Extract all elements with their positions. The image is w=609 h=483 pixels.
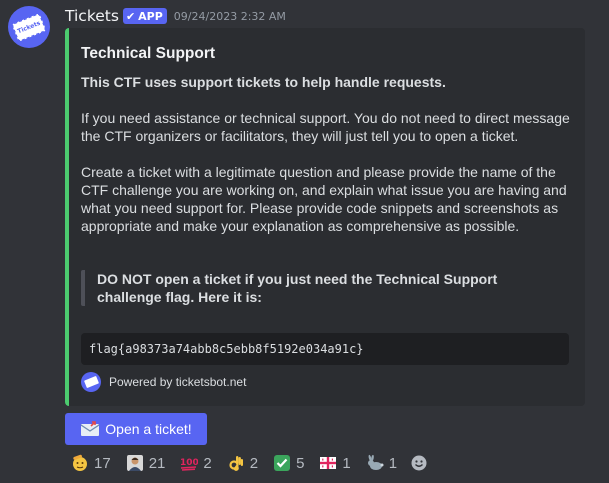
reaction-saluting-face[interactable]: 17 xyxy=(65,451,117,475)
reaction-georgia-flag[interactable]: 1 xyxy=(313,451,356,475)
hundred-points-icon: 100 xyxy=(180,454,198,472)
username[interactable]: Tickets xyxy=(65,7,119,25)
person-icon xyxy=(126,454,144,472)
ok-hand-icon xyxy=(227,454,245,472)
embed-title: Technical Support xyxy=(81,45,216,62)
open-ticket-button[interactable]: Open a ticket! xyxy=(65,413,207,445)
timestamp[interactable]: 09/24/2023 2:32 AM xyxy=(174,10,286,23)
message-header: Tickets ✔ APP 09/24/2023 2:32 AM xyxy=(65,6,286,26)
reaction-check-mark[interactable]: 5 xyxy=(267,451,310,475)
verified-check-icon: ✔ xyxy=(125,9,136,23)
reaction-ok-hand[interactable]: 2 xyxy=(221,451,264,475)
reaction-count: 2 xyxy=(203,454,212,472)
embed-footer-text: Powered by ticketsbot.net xyxy=(109,375,247,389)
ticket-icon: Tickets xyxy=(11,12,47,42)
embed-blockquote: DO NOT open a ticket if you just need th… xyxy=(81,270,561,306)
reactions-bar: 17 21 100 2 2 5 1 1 xyxy=(65,450,428,476)
check-mark-button-icon xyxy=(273,454,291,472)
embed-intro: This CTF uses support tickets to help ha… xyxy=(81,74,446,90)
reaction-rabbit[interactable]: 1 xyxy=(360,451,403,475)
embed-paragraph-1: If you need assistance or technical supp… xyxy=(81,110,570,144)
reaction-count: 1 xyxy=(342,454,351,472)
embed-description: This CTF uses support tickets to help ha… xyxy=(81,73,573,235)
embed-paragraph-2: Create a ticket with a legitimate questi… xyxy=(81,164,567,234)
reaction-count: 21 xyxy=(148,454,166,472)
ticket-icon xyxy=(81,372,101,392)
add-reaction-icon[interactable] xyxy=(410,454,428,472)
embed-footer: Powered by ticketsbot.net xyxy=(81,372,246,392)
reaction-person[interactable]: 21 xyxy=(120,451,172,475)
envelope-icon xyxy=(80,421,100,437)
app-badge-label: APP xyxy=(138,9,163,23)
georgia-flag-icon xyxy=(319,454,337,472)
message: Tickets Tickets ✔ APP 09/24/2023 2:32 AM… xyxy=(0,0,609,483)
reaction-hundred-points[interactable]: 100 2 xyxy=(174,451,217,475)
reaction-count: 17 xyxy=(94,454,111,472)
open-ticket-label: Open a ticket! xyxy=(105,421,192,437)
app-badge: ✔ APP xyxy=(122,8,167,24)
reaction-count: 5 xyxy=(296,454,305,472)
reaction-count: 2 xyxy=(249,454,259,472)
embed: Technical Support This CTF uses support … xyxy=(65,28,585,406)
saluting-face-icon xyxy=(71,454,89,472)
flag-code-block[interactable]: flag{a98373a74abb8c5ebb8f5192e034a91c} xyxy=(81,333,569,365)
reaction-count: 1 xyxy=(388,454,398,472)
rabbit-icon xyxy=(366,454,384,472)
bot-avatar[interactable]: Tickets xyxy=(8,6,50,48)
